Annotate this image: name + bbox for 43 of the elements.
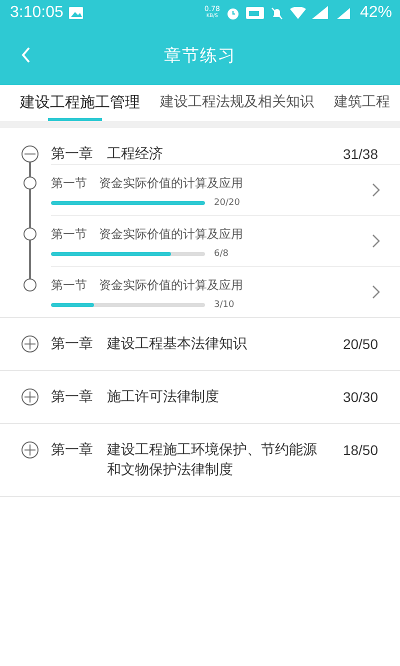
section-number: 第一节 [51,227,87,241]
expand-icon[interactable] [21,441,39,459]
section-title[interactable]: 资金实际价值的计算及应用 [99,278,243,292]
chapter-number: 第一章 [51,335,93,354]
chapter-number: 第一章 [51,388,93,407]
chapter-count: 31/38 [342,145,378,164]
wifi-icon [290,6,306,18]
progress-count: 3/10 [214,300,234,310]
battery-level: 42% [360,4,392,22]
chapter-title[interactable]: 建设工程基本法律知识 [107,334,319,354]
collapse-icon[interactable] [21,145,39,163]
chapter-count: 20/50 [342,335,378,354]
chapter-count: 30/30 [342,388,378,407]
expand-icon[interactable] [21,388,39,406]
node-icon [23,176,37,190]
section-title[interactable]: 资金实际价值的计算及应用 [99,227,243,241]
volte-icon [246,6,264,18]
section-number: 第一节 [51,278,87,292]
tab[interactable]: 建筑工程 [334,85,390,121]
node-icon [23,278,37,292]
expand-icon[interactable] [21,335,39,353]
tab[interactable]: 建设工程施工管理 [20,85,140,121]
progress-count: 6/8 [214,249,228,259]
section-number: 第一节 [51,176,87,190]
chapter-number: 第一章 [51,441,93,460]
alarm-icon [226,6,240,20]
chapter-number: 第一章 [51,145,93,164]
image-icon [69,6,84,18]
page-title: 章节练习 [164,44,236,66]
node-icon [23,226,37,240]
progress-count: 20/20 [214,198,240,208]
chevron-right-icon[interactable] [372,183,380,197]
chapter-title[interactable]: 施工许可法律制度 [107,387,319,407]
chevron-right-icon[interactable] [372,285,380,299]
tab[interactable]: 建设工程法规及相关知识 [160,85,314,121]
chapter-title[interactable]: 建设工程施工环境保护、节约能源和文物保护法律制度 [107,440,319,480]
status-time: 3:10:05 [10,4,64,22]
signal-icon [312,6,328,19]
chapter-title[interactable]: 工程经济 [107,144,319,164]
bell-muted-icon [270,6,284,20]
section-title[interactable]: 资金实际价值的计算及应用 [99,176,243,190]
chevron-right-icon[interactable] [372,234,380,248]
chapter-count: 18/50 [342,441,378,460]
